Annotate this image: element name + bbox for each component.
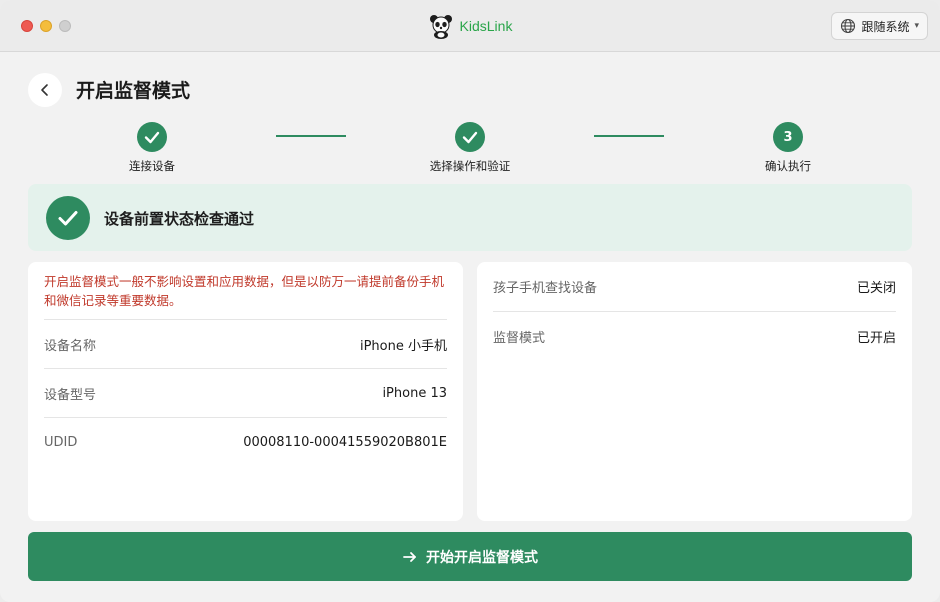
step-connector xyxy=(276,135,346,137)
language-label: 跟随系统 xyxy=(861,19,910,34)
info-value: iPhone 13 xyxy=(382,385,447,401)
app-window: KidsLink 跟随系统 ▾ 开启监督模式 连接设备 选择操作和验证 3 确认… xyxy=(0,0,940,602)
app-brand-name: KidsLink xyxy=(459,18,513,34)
title-bar: KidsLink 跟随系统 ▾ xyxy=(0,0,940,52)
step-done-icon xyxy=(137,122,167,152)
status-row-find-device: 孩子手机查找设备 已关闭 xyxy=(493,262,896,311)
chevron-down-icon: ▾ xyxy=(914,21,919,31)
step-confirm-execute: 3 确认执行 xyxy=(718,122,858,174)
arrow-right-icon xyxy=(403,551,416,562)
checkmark-icon xyxy=(58,211,78,226)
info-row-device-model: 设备型号 iPhone 13 xyxy=(44,368,447,417)
status-key: 监督模式 xyxy=(493,330,546,346)
backup-warning: 开启监督模式一般不影响设置和应用数据，但是以防万一请提前备份手机和微信记录等重要… xyxy=(44,274,445,308)
info-key: 设备型号 xyxy=(44,387,97,403)
device-status-panel: 孩子手机查找设备 已关闭 监督模式 已开启 xyxy=(477,262,912,521)
start-button-label: 开始开启监督模式 xyxy=(426,549,538,566)
status-value: 已关闭 xyxy=(856,281,896,296)
status-key: 孩子手机查找设备 xyxy=(493,281,598,296)
step-number: 3 xyxy=(773,122,803,152)
app-title: KidsLink xyxy=(0,12,940,40)
status-banner: 设备前置状态检查通过 xyxy=(28,184,912,251)
start-supervised-mode-button[interactable]: 开始开启监督模式 xyxy=(28,532,912,581)
step-label: 连接设备 xyxy=(129,159,175,173)
language-selector[interactable]: 跟随系统 ▾ xyxy=(831,12,928,40)
device-info-panel: 开启监督模式一般不影响设置和应用数据，但是以防万一请提前备份手机和微信记录等重要… xyxy=(28,262,463,521)
info-key: 设备名称 xyxy=(44,338,97,354)
status-text: 设备前置状态检查通过 xyxy=(104,210,255,228)
step-label: 确认执行 xyxy=(765,159,811,173)
step-connect-device: 连接设备 xyxy=(82,122,222,174)
step-label: 选择操作和验证 xyxy=(429,159,511,173)
page-title: 开启监督模式 xyxy=(76,80,191,102)
info-row-udid: UDID 00008110-00041559020B801E xyxy=(44,417,447,466)
step-select-verify: 选择操作和验证 xyxy=(400,122,540,174)
status-value: 已开启 xyxy=(856,330,896,346)
panda-logo xyxy=(429,15,452,39)
info-row-device-name: 设备名称 iPhone 小手机 xyxy=(44,319,447,368)
step-connector xyxy=(594,135,664,137)
checkmark-icon xyxy=(462,131,478,144)
info-value: iPhone 小手机 xyxy=(359,338,447,354)
info-key: UDID xyxy=(44,434,78,450)
chevron-left-icon xyxy=(41,84,48,96)
back-button[interactable] xyxy=(28,73,62,107)
info-value: 00008110-00041559020B801E xyxy=(243,434,447,450)
step-done-icon xyxy=(455,122,485,152)
status-row-supervised-mode: 监督模式 已开启 xyxy=(493,311,896,360)
checkmark-icon xyxy=(144,131,160,144)
globe-icon xyxy=(841,18,856,34)
success-check-icon xyxy=(46,196,90,240)
